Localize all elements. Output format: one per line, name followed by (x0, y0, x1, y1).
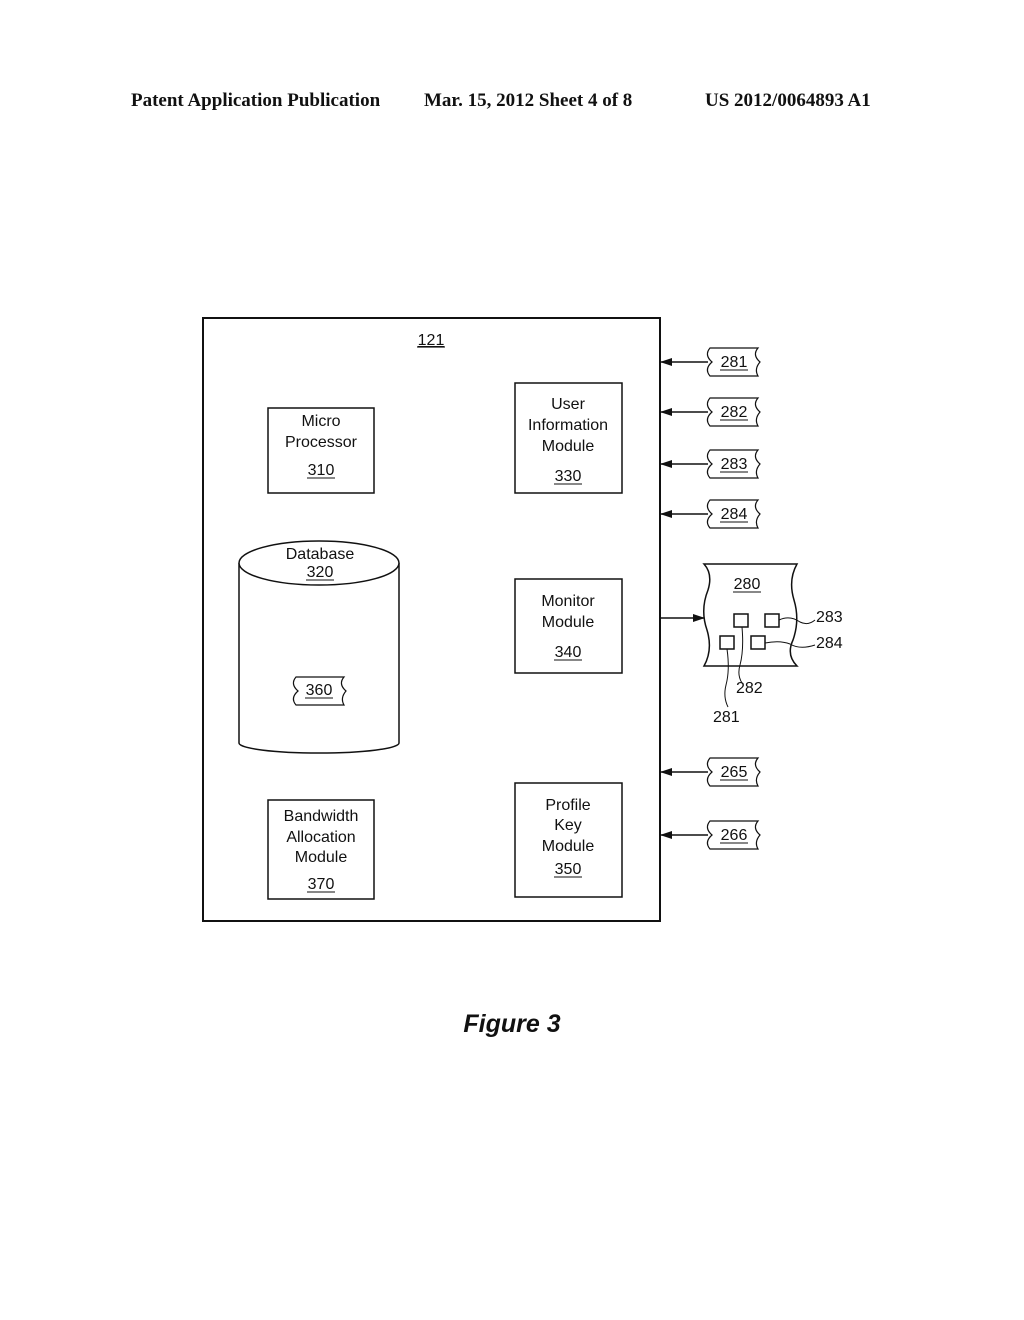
user-information-module-block: User Information Module 330 (514, 382, 623, 494)
data-record-360-ref: 360 (306, 682, 333, 699)
record-281-ref: 281 (721, 354, 748, 371)
profile-key-label-3: Module (542, 838, 595, 855)
micro-processor-ref: 310 (308, 462, 335, 479)
profile-key-label-1: Profile (545, 797, 590, 814)
user-info-label-2: Information (528, 417, 608, 434)
callout-281: 281 (713, 709, 740, 726)
callout-283: 283 (816, 609, 843, 626)
element-282 (733, 613, 749, 628)
input-record-284: 284 (660, 499, 761, 529)
input-records: 281 282 283 284 265 266 (660, 347, 761, 850)
profile-key-module-block: Profile Key Module 350 (514, 782, 623, 898)
user-info-label-1: User (551, 396, 585, 413)
input-record-281: 281 (660, 347, 761, 377)
callout-282: 282 (736, 680, 763, 697)
bandwidth-label-1: Bandwidth (284, 808, 359, 825)
bandwidth-label-2: Allocation (286, 829, 355, 846)
database-label: Database (286, 546, 355, 563)
input-record-282: 282 (660, 397, 761, 427)
bandwidth-label-3: Module (295, 849, 348, 866)
profile-key-label-2: Key (554, 817, 582, 834)
input-record-283: 283 (660, 449, 761, 479)
callout-284: 284 (816, 635, 843, 652)
input-record-265: 265 (660, 757, 761, 787)
micro-processor-label-1: Micro (301, 413, 340, 430)
record-266-ref: 266 (721, 827, 748, 844)
profile-key-ref: 350 (555, 861, 582, 878)
user-info-ref: 330 (555, 468, 582, 485)
monitor-ref: 340 (555, 644, 582, 661)
monitor-module-block: Monitor Module 340 (514, 578, 623, 674)
element-284 (750, 635, 766, 650)
figure-caption: Figure 3 (463, 1010, 561, 1038)
database-cylinder: Database 320 360 (238, 540, 400, 754)
element-283 (764, 613, 780, 628)
system-121-ref: 121 (418, 332, 445, 349)
database-ref: 320 (307, 564, 334, 581)
bandwidth-ref: 370 (308, 876, 335, 893)
record-265-ref: 265 (721, 764, 748, 781)
monitor-label-1: Monitor (541, 593, 595, 610)
record-283-ref: 283 (721, 456, 748, 473)
monitor-label-2: Module (542, 614, 595, 631)
record-284-ref: 284 (721, 506, 748, 523)
output-document-280: 280 283 284 282 281 (660, 563, 843, 726)
micro-processor-label-2: Processor (285, 434, 358, 451)
user-info-label-3: Module (542, 438, 595, 455)
record-282-ref: 282 (721, 404, 748, 421)
bandwidth-allocation-module-block: Bandwidth Allocation Module 370 (267, 799, 375, 900)
element-281 (719, 635, 735, 650)
micro-processor-block: Micro Processor 310 (267, 407, 375, 494)
document-280-ref: 280 (734, 576, 761, 593)
input-record-266: 266 (660, 820, 761, 850)
system-diagram: 121 Micro Processor 310 User Information… (202, 317, 843, 922)
